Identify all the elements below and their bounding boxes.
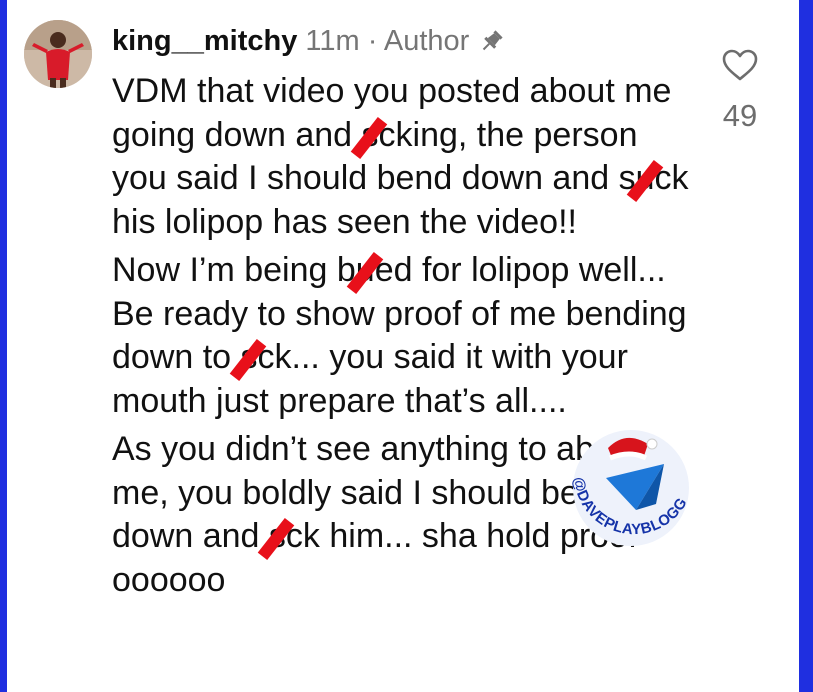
blue-frame-left: [0, 0, 7, 692]
text-segment: Now I’m being bu: [112, 251, 375, 289]
comment-paragraph: Now I’m being bu ed for lolipop well... B…: [112, 249, 692, 423]
like-count: 49: [722, 98, 758, 133]
username-link[interactable]: king__mitchy: [112, 25, 297, 57]
avatar[interactable]: [24, 20, 92, 88]
separator-dot: ·: [367, 25, 378, 57]
blue-frame-right: [799, 0, 813, 692]
heart-outline-icon: [722, 49, 758, 81]
like-button[interactable]: [716, 48, 764, 87]
author-badge: Author: [383, 25, 470, 57]
watermark-logo: @DAVEPLAYBLOGGER: [550, 405, 706, 568]
pin-icon: [481, 24, 503, 64]
timestamp: 11m: [305, 25, 360, 57]
comment-header: king__mitchy 11m · Author: [112, 21, 503, 61]
comment-paragraph: VDM that video you posted about me going…: [112, 70, 692, 244]
